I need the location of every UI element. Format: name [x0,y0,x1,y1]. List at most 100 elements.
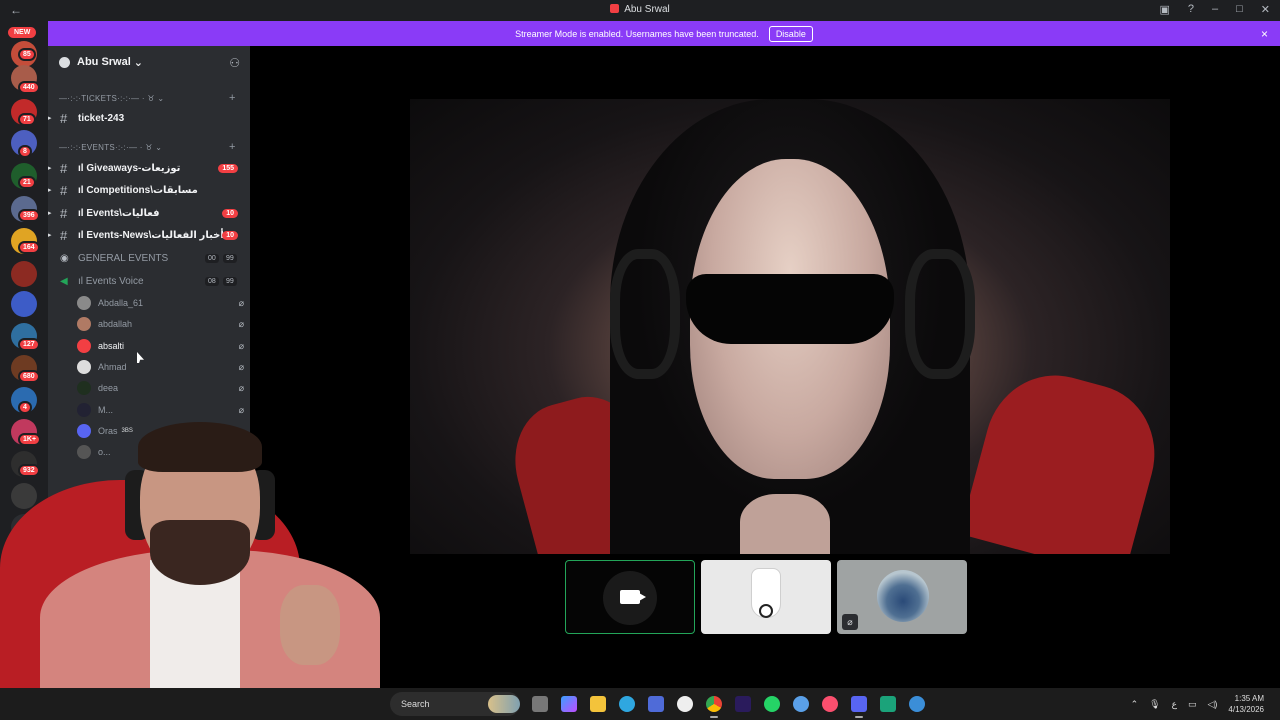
title-bar: ← Abu Srwal ▣ ? – □ ✕ [0,0,1280,21]
edge-icon[interactable] [619,696,635,712]
participant-tile[interactable] [565,560,695,634]
unread-indicator-icon: ▸ [48,187,52,194]
new-badge[interactable]: NEW [8,27,37,38]
channel-label: ıl Events\فعاليات [78,207,160,219]
muted-mic-icon: ⌀ [238,361,244,372]
video-content [959,360,1170,554]
inbox-icon[interactable]: ▣ [1159,3,1169,16]
category-tickets[interactable]: —·:·:·TICKETS·:·:·— · ♉ ⌄ + [59,92,235,104]
chrome-icon[interactable] [706,696,722,718]
store-icon[interactable] [648,696,664,712]
voice-user[interactable]: deea ⌀ [77,379,244,397]
server-badge: 440 [18,81,40,94]
video-content [686,274,894,344]
channel-competitions[interactable]: ▸ # ıl Competitions\مسابقات [48,180,250,200]
guild-header[interactable]: Abu Srwal ⌄ ⚇ [48,46,250,78]
category-label: —·:·:·EVENTS·:·:·— · ♉ ⌄ [59,143,163,152]
voice-channel-events-voice[interactable]: ◀ ıl Events Voice 08 99 [48,271,250,291]
music-icon[interactable] [822,696,838,712]
channel-label: ıl Events-News\أخبار الفعاليات... [78,229,232,241]
channel-events-news[interactable]: ▸ # ıl Events-News\أخبار الفعاليات... 10 [48,225,250,245]
video-content [905,249,975,379]
avatar [77,360,91,374]
voice-user[interactable]: M... ⌀ [77,401,244,419]
avatar [77,296,91,310]
server-badge: 21 [18,176,36,189]
focused-video-tile[interactable] [410,99,1170,554]
clock[interactable]: 1:35 AM 4/13/2026 [1228,693,1264,715]
help-icon[interactable]: ? [1188,3,1194,16]
app-icon[interactable] [909,696,925,712]
user-count: 00 [205,253,219,263]
taskbar-apps [532,696,925,718]
task-view-icon[interactable] [532,696,548,712]
hash-icon: # [60,205,68,221]
channel-label: GENERAL EVENTS [78,252,169,264]
avatar [77,381,91,395]
disable-button[interactable]: Disable [768,25,813,42]
hash-icon: # [60,110,68,126]
add-user-icon[interactable]: ⚇ [229,56,240,70]
voice-user-name: abdallah [98,319,133,329]
webcam-content [138,422,262,472]
muted-mic-icon: ⌀ [842,614,858,630]
voice-user[interactable]: Ahmad ⌀ [77,358,244,376]
copilot-icon[interactable] [561,696,577,712]
banner-close-icon[interactable]: × [1261,27,1268,41]
avatar [77,403,91,417]
guild-name: Abu Srwal [77,56,131,68]
display-icon[interactable]: ▭ [1188,699,1197,710]
maximize-icon[interactable]: □ [1236,3,1243,16]
participant-tile[interactable]: ⌀ [837,560,967,634]
user-count: 08 [205,276,219,286]
participant-tile[interactable] [701,560,831,634]
premiere-icon[interactable] [735,696,751,712]
server-badge: 85 [18,48,36,61]
webcam-content [280,585,340,665]
speaker-icon: ◀ [60,275,68,287]
add-channel-icon[interactable]: + [229,141,236,153]
app-icon[interactable] [880,696,896,712]
participant-strip: ⌀ [565,560,967,634]
microphone-icon[interactable]: 🎙 [1149,699,1160,710]
file-explorer-icon[interactable] [590,696,606,712]
mention-badge: 10 [222,230,238,240]
speaker-icon: ◉ [60,252,69,264]
channel-label: ticket-243 [78,112,125,124]
channel-giveaways[interactable]: ▸ # ıl Giveaways-توزيعات 155 [48,158,250,178]
add-channel-icon[interactable]: + [229,92,236,104]
avatar [77,317,91,331]
language-indicator[interactable]: ع [1172,699,1177,710]
channel-events[interactable]: ▸ # ıl Events\فعاليات 10 [48,203,250,223]
search-label: Search [401,699,430,709]
server-icon[interactable] [11,261,37,287]
voice-user-name: deea [98,383,119,393]
unread-indicator-icon: ▸ [48,115,52,122]
voice-channel-general-events[interactable]: ◉ GENERAL EVENTS 00 99 [48,248,250,268]
voice-user[interactable]: absalti ⌀ [77,337,244,355]
voice-user[interactable]: Abdalla_61 ⌀ [77,294,244,312]
voice-user[interactable]: abdallah ⌀ [77,315,244,333]
volume-icon[interactable]: ◁) [1207,699,1217,710]
hash-icon: # [60,227,68,243]
chevron-up-icon[interactable]: ⌃ [1131,699,1139,710]
close-window-icon[interactable]: ✕ [1261,3,1270,16]
whatsapp-icon[interactable] [764,696,780,712]
voice-user-name: Abdalla_61 [98,298,144,308]
alienware-icon[interactable] [677,696,693,712]
channel-ticket[interactable]: ▸ # ticket-243 [48,108,250,128]
minimize-icon[interactable]: – [1212,3,1218,16]
voice-user-name: Ahmad [98,362,127,372]
server-badge: 8 [18,145,32,158]
app-icon[interactable] [793,696,809,712]
muted-mic-icon: ⌀ [238,297,244,308]
taskbar-search[interactable]: Search [390,692,520,716]
channel-label: ıl Events Voice [78,275,144,287]
channel-label: ıl Giveaways-توزيعات [78,162,181,174]
discord-icon[interactable] [851,696,867,718]
search-highlight-icon [488,695,520,713]
window-title: Abu Srwal [0,4,1280,15]
category-events[interactable]: —·:·:·EVENTS·:·:·— · ♉ ⌄ + [59,141,235,153]
server-icon[interactable] [11,291,37,317]
streamer-mode-banner: Streamer Mode is enabled. Usernames have… [48,21,1280,46]
